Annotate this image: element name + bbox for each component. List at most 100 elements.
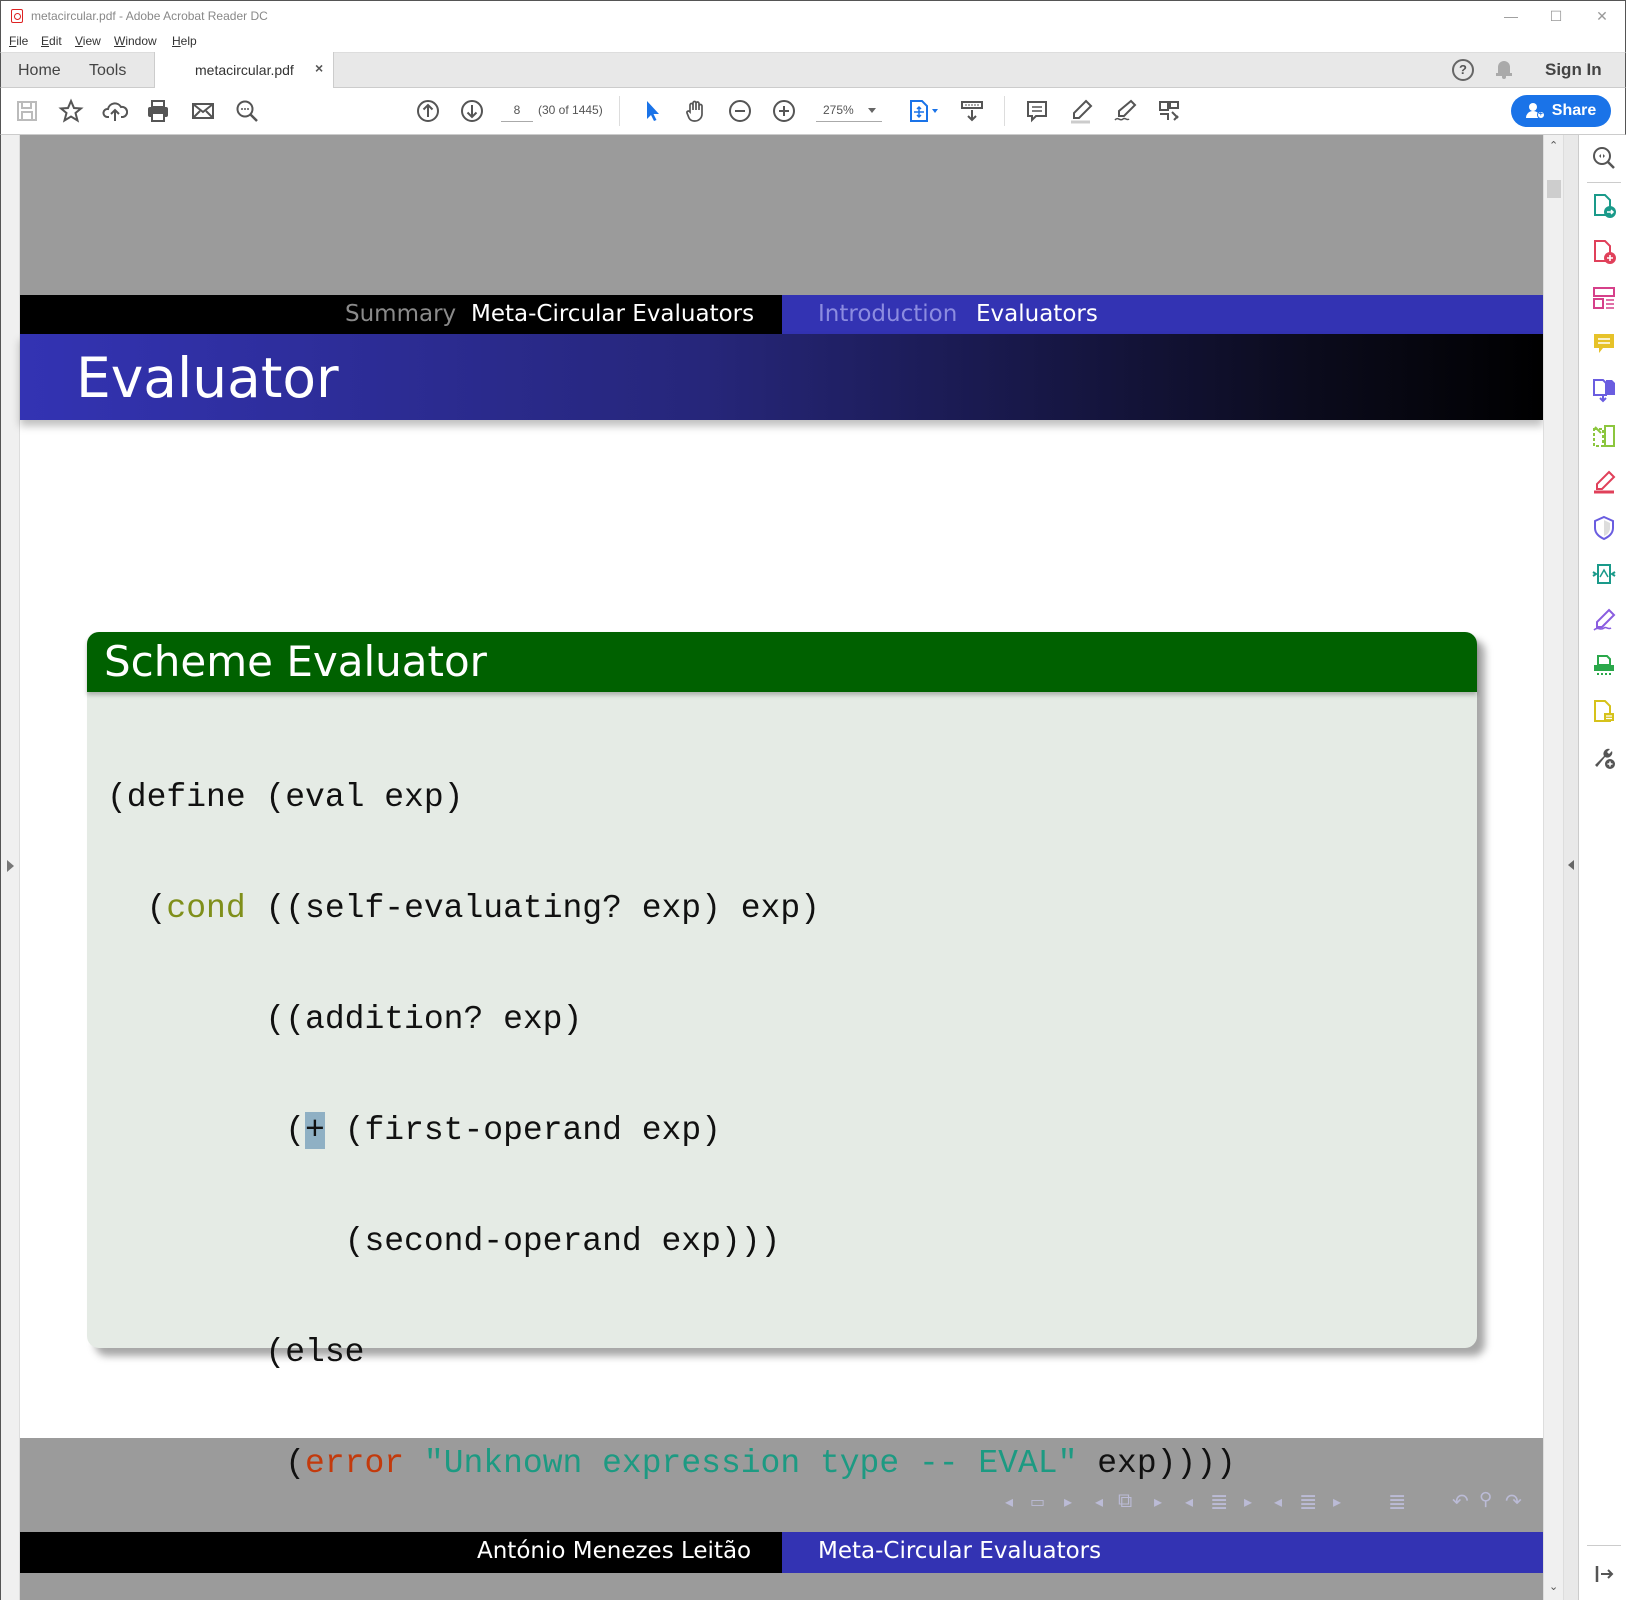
nav-frame-prev-icon[interactable]: ◂ [1005, 1492, 1013, 1512]
edit-pdf-icon[interactable] [1591, 285, 1617, 311]
sign-in-link[interactable]: Sign In [1545, 60, 1602, 80]
collapse-right-pane-icon[interactable] [1568, 860, 1574, 870]
tools-pane-divider [1587, 1545, 1621, 1546]
hand-tool-icon[interactable] [682, 97, 710, 125]
code-keyword-cond: cond [166, 890, 246, 927]
close-tab-icon[interactable]: × [315, 60, 323, 76]
headline-section-current[interactable]: Meta-Circular Evaluators [471, 301, 754, 327]
maximize-button[interactable]: ☐ [1541, 5, 1571, 27]
highlight-icon[interactable] [1067, 97, 1095, 125]
more-tools-wrench-icon[interactable] [1591, 745, 1617, 771]
scheme-code[interactable]: (define (eval exp) (cond ((self-evaluati… [107, 705, 1236, 1556]
combine-files-icon[interactable] [1591, 377, 1617, 403]
bookmark-star-icon[interactable] [57, 97, 85, 125]
code-block: Scheme Evaluator (define (eval exp) (con… [87, 632, 1477, 1482]
tab-document[interactable]: metacircular.pdf × [154, 52, 334, 89]
scrollbar-thumb[interactable] [1547, 180, 1561, 198]
code-error-fn: error [305, 1445, 405, 1482]
menu-view-label: iew [82, 34, 101, 48]
sign-icon[interactable] [1111, 97, 1139, 125]
nav-section-next-icon[interactable]: ▸ [1244, 1492, 1252, 1512]
menu-file[interactable]: File [9, 34, 28, 48]
nav-frame-icon[interactable]: ▭ [1030, 1492, 1045, 1512]
nav-back-icon[interactable]: ↶ [1452, 1489, 1469, 1514]
help-icon[interactable]: ? [1452, 59, 1474, 81]
headline-section-summary[interactable]: Summary [345, 301, 456, 327]
protect-icon[interactable] [1591, 515, 1617, 541]
nav-frame-next-icon[interactable]: ▸ [1064, 1492, 1072, 1512]
page-count-label: (30 of 1445) [538, 103, 603, 117]
scroll-mode-icon[interactable] [958, 97, 986, 125]
collapse-pane-icon[interactable] [1591, 1561, 1617, 1587]
menu-view[interactable]: View [75, 34, 101, 48]
zoom-in-icon[interactable] [770, 97, 798, 125]
scroll-up-icon[interactable]: ⌃ [1549, 139, 1558, 152]
menu-window[interactable]: Window [114, 34, 157, 48]
headline-subsection-current[interactable]: Evaluators [976, 301, 1098, 327]
nav-subsection-next-icon[interactable]: ▸ [1154, 1492, 1162, 1512]
organize-pages-icon[interactable] [1591, 423, 1617, 449]
menu-help[interactable]: Help [172, 34, 197, 48]
tab-tools[interactable]: Tools [89, 62, 126, 80]
menu-edit[interactable]: Edit [41, 34, 62, 48]
nav-document-icon[interactable]: ≣ [1299, 1489, 1317, 1515]
save-icon[interactable] [13, 97, 41, 125]
headline-subsection-introduction[interactable]: Introduction [818, 301, 957, 327]
share-button[interactable]: + Share [1511, 95, 1611, 127]
scan-icon[interactable] [1591, 653, 1617, 679]
search-zoom-icon[interactable] [1591, 145, 1617, 171]
send-for-review-icon[interactable] [1591, 561, 1617, 587]
frame-title-bar: Evaluator [20, 334, 1543, 420]
menu-view-accel: V [75, 34, 83, 48]
tab-home[interactable]: Home [18, 62, 61, 80]
send-file-icon[interactable] [1591, 699, 1617, 725]
page-number-input[interactable] [501, 98, 533, 122]
scroll-down-icon[interactable]: ⌄ [1549, 1580, 1558, 1593]
footline-title: Meta-Circular Evaluators [818, 1538, 1102, 1564]
nav-document-next-icon[interactable]: ▸ [1333, 1492, 1341, 1512]
nav-section-icon[interactable]: ≣ [1210, 1489, 1228, 1515]
acrobat-app-icon [11, 9, 23, 23]
minimize-button[interactable]: — [1496, 5, 1526, 27]
export-pdf-icon[interactable] [1591, 193, 1617, 219]
comment-tool-icon[interactable] [1591, 331, 1617, 357]
footline-author-box: António Menezes Leitão [20, 1532, 782, 1573]
zoom-level-dropdown[interactable]: 275% [816, 98, 882, 122]
nav-toc-icon[interactable]: ≣ [1388, 1489, 1406, 1515]
create-pdf-icon[interactable] [1591, 239, 1617, 265]
expand-left-panel-icon[interactable] [7, 860, 14, 872]
close-window-button[interactable]: ✕ [1587, 5, 1617, 27]
certificate-sign-icon[interactable] [1591, 607, 1617, 633]
code-token: ( [107, 1112, 306, 1149]
nav-subsection-icon[interactable]: ⧉ [1118, 1490, 1132, 1513]
comment-icon[interactable] [1023, 97, 1051, 125]
menu-file-label: ile [16, 34, 29, 48]
select-cursor-icon[interactable] [638, 97, 666, 125]
nav-subsection-prev-icon[interactable]: ◂ [1095, 1492, 1103, 1512]
nav-document-prev-icon[interactable]: ◂ [1274, 1492, 1282, 1512]
code-line: (second-operand exp))) [107, 1223, 781, 1260]
window-title: metacircular.pdf - Adobe Acrobat Reader … [31, 9, 268, 23]
next-page-icon[interactable] [458, 97, 486, 125]
previous-page-icon[interactable] [414, 97, 442, 125]
menu-window-accel: W [114, 34, 126, 48]
code-line: (cond ((self-evaluating? exp) exp) [107, 890, 1236, 927]
find-text-icon[interactable] [233, 97, 261, 125]
fit-page-icon[interactable] [906, 97, 942, 125]
code-line: (error "Unknown expression type -- EVAL"… [107, 1445, 1236, 1482]
email-icon[interactable] [189, 97, 217, 125]
cloud-upload-icon[interactable] [101, 97, 129, 125]
more-tools-icon[interactable] [1155, 97, 1183, 125]
nav-search-icon[interactable]: ⚲ [1479, 1489, 1492, 1510]
tools-pane-divider [1587, 182, 1621, 183]
left-navigation-panel [1, 135, 20, 1600]
fill-sign-icon[interactable] [1591, 469, 1617, 495]
nav-forward-icon[interactable]: ↷ [1505, 1489, 1522, 1514]
print-icon[interactable] [144, 97, 172, 125]
pdf-page-slide: Summary Meta-Circular Evaluators Introdu… [20, 295, 1543, 1573]
nav-section-prev-icon[interactable]: ◂ [1185, 1492, 1193, 1512]
zoom-out-icon[interactable] [726, 97, 754, 125]
notifications-bell-icon[interactable] [1496, 59, 1512, 79]
document-viewport[interactable]: Summary Meta-Circular Evaluators Introdu… [0, 135, 1626, 1600]
vertical-scrollbar[interactable]: ⌃ ⌄ [1543, 135, 1563, 1600]
